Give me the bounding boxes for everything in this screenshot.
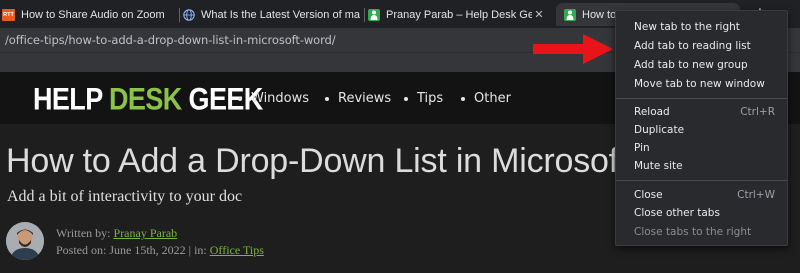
logo-accent: DESK: [109, 81, 182, 117]
url-text[interactable]: /office-tips/how-to-add-a-drop-down-list…: [5, 33, 336, 47]
tab-context-menu: New tab to the right Add tab to reading …: [615, 10, 788, 246]
menu-item-close-tabs-right: Close tabs to the right: [634, 226, 752, 238]
posted-line: Posted on: June 15th, 2022 | in: Office …: [56, 243, 264, 258]
tab-title: What Is the Latest Version of ma: [201, 8, 360, 21]
tab-title: How to Share Audio on Zoom: [21, 8, 165, 21]
menu-item-duplicate[interactable]: Duplicate: [616, 121, 787, 139]
category-link[interactable]: Office Tips: [210, 243, 264, 257]
tab-share-audio-zoom[interactable]: RTT How to Share Audio on Zoom: [0, 3, 180, 26]
menu-item-move-to-new-window[interactable]: Move tab to new window: [616, 75, 787, 93]
bullet-icon: [325, 96, 329, 101]
nav-item-windows[interactable]: Windows: [238, 91, 309, 106]
menu-item-close-other-tabs[interactable]: Close other tabs: [616, 204, 787, 222]
posted-prefix: Posted on: June 15th, 2022 | in:: [56, 243, 207, 257]
menu-item-reload[interactable]: Reload Ctrl+R: [616, 103, 787, 121]
globe-icon: [183, 8, 195, 21]
tab-pranay-parab[interactable]: Pranay Parab – Help Desk Geek ✕: [368, 3, 546, 26]
site-logo[interactable]: HELP DESK GEEK: [33, 81, 263, 117]
author-avatar[interactable]: [6, 222, 44, 260]
red-arrow-icon: [533, 34, 613, 64]
author-line: Written by: Pranay Parab: [56, 226, 177, 241]
hdg-favicon-icon: [368, 8, 380, 21]
menu-separator: [616, 98, 787, 99]
tab-separator: [179, 8, 180, 22]
tab-title: Pranay Parab – Help Desk Geek: [386, 8, 532, 21]
nav-item-reviews[interactable]: Reviews: [325, 91, 391, 106]
menu-separator: [616, 180, 787, 181]
nav-item-tips[interactable]: Tips: [404, 91, 443, 106]
close-tab-icon[interactable]: ✕: [532, 8, 546, 21]
nav-label: Reviews: [338, 91, 392, 106]
nav-item-other[interactable]: Other: [461, 91, 511, 106]
hdg-favicon-icon: [564, 8, 576, 21]
menu-item-new-tab-right[interactable]: New tab to the right: [616, 18, 787, 36]
menu-item-mute-site[interactable]: Mute site: [616, 157, 787, 175]
shortcut-label: Ctrl+W: [737, 189, 775, 201]
bullet-icon: [461, 96, 465, 101]
tab-latest-version[interactable]: What Is the Latest Version of ma: [183, 3, 365, 26]
menu-item-add-to-new-group[interactable]: Add tab to new group: [616, 56, 787, 74]
tab-separator: [364, 8, 365, 22]
menu-item-add-to-reading-list[interactable]: Add tab to reading list: [616, 37, 787, 55]
nav-label: Other: [474, 91, 511, 106]
menu-item-pin[interactable]: Pin: [616, 139, 787, 157]
bullet-icon: [404, 96, 408, 101]
rtt-favicon-icon: RTT: [2, 8, 15, 21]
nav-label: Tips: [417, 91, 444, 106]
author-link[interactable]: Pranay Parab: [114, 226, 178, 240]
logo-text: HELP: [33, 81, 110, 117]
nav-label: Windows: [251, 91, 310, 106]
author-prefix: Written by:: [56, 226, 111, 240]
menu-item-close[interactable]: Close Ctrl+W: [616, 186, 787, 204]
article-subtitle: Add a bit of interactivity to your doc: [7, 188, 243, 205]
shortcut-label: Ctrl+R: [740, 106, 775, 118]
article-title: How to Add a Drop-Down List in Microsoft…: [6, 142, 669, 180]
bullet-icon: [238, 96, 242, 101]
